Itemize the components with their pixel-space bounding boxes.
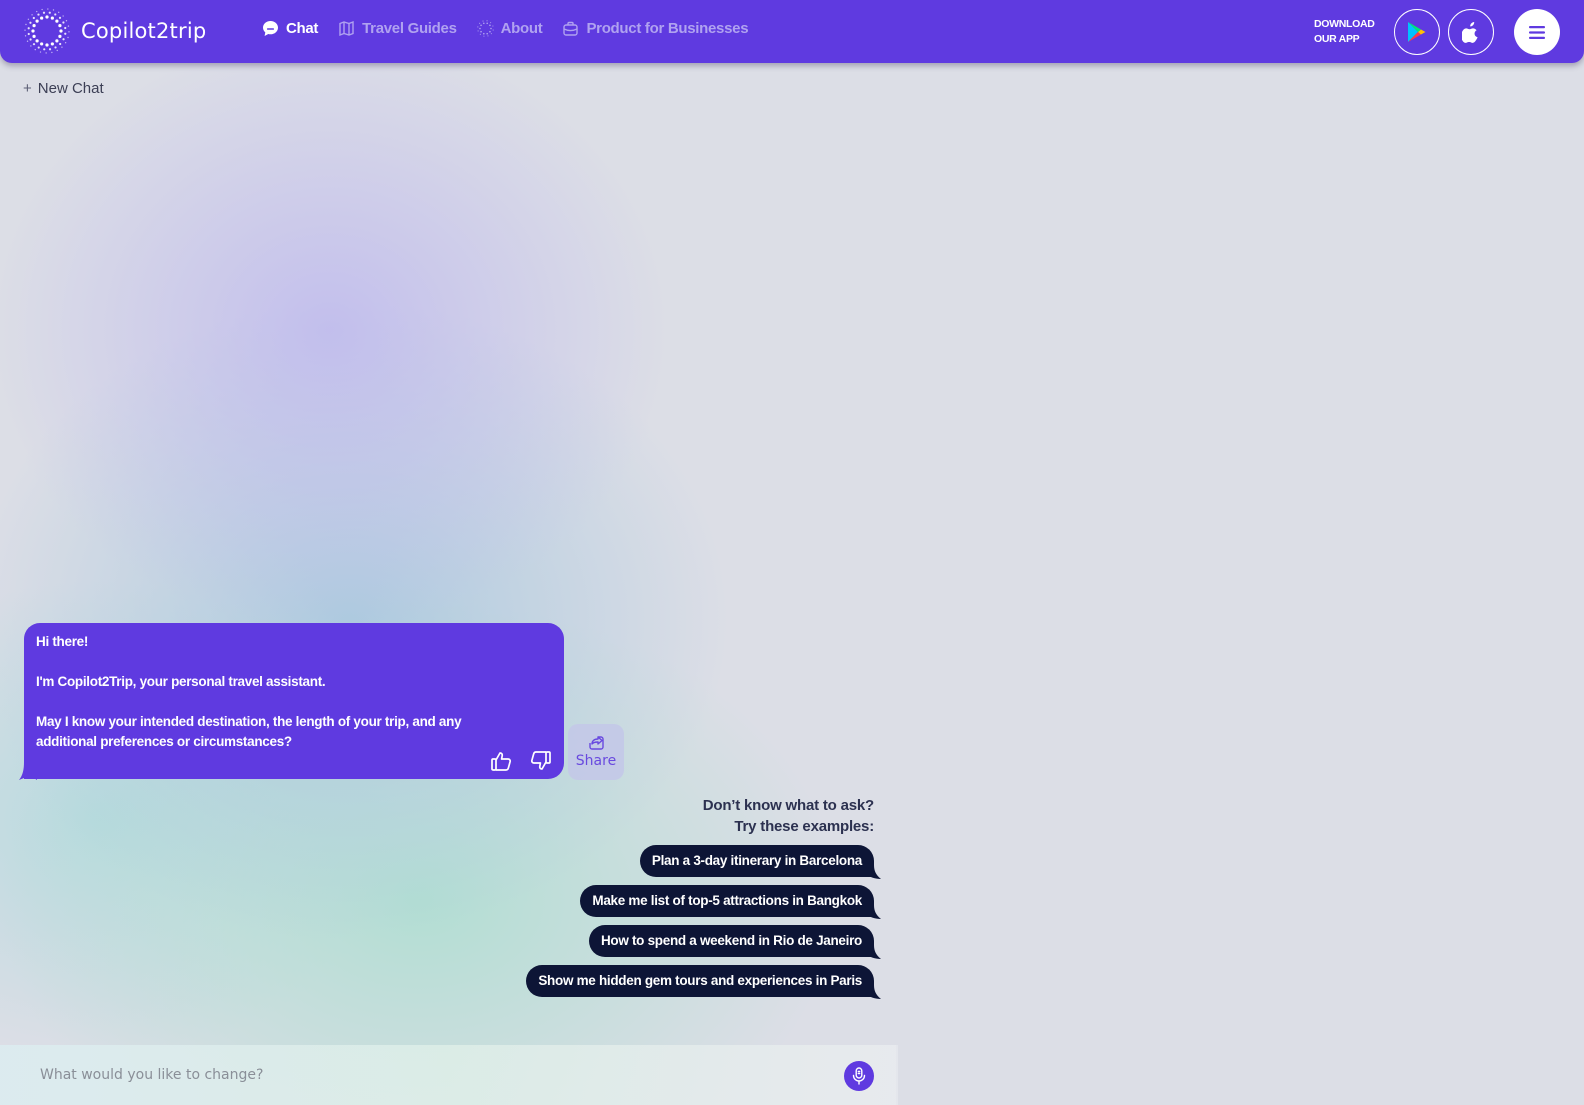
sunburst-dots-icon [24, 8, 70, 54]
nav-chat-label: Chat [286, 20, 319, 37]
suggestions-heading-line-2: Try these examples: [734, 818, 874, 835]
app-store-button[interactable] [1448, 9, 1494, 55]
suggestion-chip[interactable]: Show me hidden gem tours and experiences… [526, 965, 874, 997]
microphone-icon [852, 1067, 866, 1085]
thumbs-up-icon[interactable] [490, 749, 514, 773]
chat-bubble-icon [262, 20, 279, 37]
thumbs-down-icon[interactable] [528, 749, 552, 773]
google-play-icon [1408, 22, 1426, 42]
bot-message-line: May I know your intended destination, th… [36, 714, 462, 749]
bot-message-line: Hi there! [36, 634, 89, 649]
suggestion-chip[interactable]: Plan a 3-day itinerary in Barcelona [639, 845, 874, 877]
briefcase-icon [562, 20, 579, 37]
suggestion-list: Plan a 3-day itinerary in Barcelona Make… [526, 845, 881, 1005]
suggestions-heading: Don’t know what to ask? Try these exampl… [703, 795, 874, 837]
dotted-circle-icon [476, 20, 494, 37]
map-icon [338, 20, 355, 37]
bot-message: Hi there! I'm Copilot2Trip, your persona… [24, 623, 564, 779]
suggestion-item: Plan a 3-day itinerary in Barcelona [639, 845, 881, 879]
message-composer [0, 1045, 898, 1105]
download-line-1: DOWNLOAD [1314, 18, 1375, 30]
nav-about-label: About [500, 20, 543, 37]
suggestion-item: How to spend a weekend in Rio de Janeiro [588, 925, 881, 959]
suggestion-chip[interactable]: Make me list of top-5 attractions in Ban… [580, 885, 874, 917]
share-button[interactable]: Share [568, 724, 624, 780]
suggestions-heading-line-1: Don’t know what to ask? [702, 797, 874, 814]
message-input[interactable] [24, 1057, 824, 1093]
suggestion-item: Show me hidden gem tours and experiences… [526, 965, 881, 999]
plus-icon: + [23, 80, 32, 97]
apple-icon [1462, 22, 1478, 43]
hamburger-icon [1529, 25, 1545, 39]
nav-travel-guides-label: Travel Guides [362, 20, 457, 37]
download-app-label: DOWNLOAD OUR APP [1314, 17, 1375, 47]
suggestion-item: Make me list of top-5 attractions in Ban… [580, 885, 881, 919]
suggestion-chip[interactable]: How to spend a weekend in Rio de Janeiro [588, 925, 874, 957]
download-line-2: OUR APP [1314, 33, 1360, 45]
new-chat-label: New Chat [37, 80, 104, 97]
microphone-button[interactable] [844, 1061, 874, 1091]
brand-logo[interactable]: Copilot2trip [24, 8, 206, 54]
top-navigation-bar: Copilot2trip Chat Travel Guides About Pr… [0, 0, 1584, 63]
nav-product-label: Product for Businesses [586, 20, 749, 37]
new-chat-button[interactable]: + New Chat [23, 80, 104, 97]
main-nav: Chat Travel Guides About Product for Bus… [262, 20, 768, 37]
brand-name: Copilot2trip [81, 19, 207, 43]
nav-travel-guides[interactable]: Travel Guides [338, 20, 457, 37]
share-label: Share [575, 753, 617, 769]
share-icon [588, 736, 604, 750]
nav-chat[interactable]: Chat [262, 20, 318, 37]
google-play-button[interactable] [1394, 9, 1440, 55]
nav-about[interactable]: About [476, 20, 543, 37]
feedback-controls [490, 749, 552, 773]
menu-button[interactable] [1514, 9, 1560, 55]
nav-product-for-businesses[interactable]: Product for Businesses [562, 20, 749, 37]
bot-message-line: I'm Copilot2Trip, your personal travel a… [36, 674, 326, 689]
